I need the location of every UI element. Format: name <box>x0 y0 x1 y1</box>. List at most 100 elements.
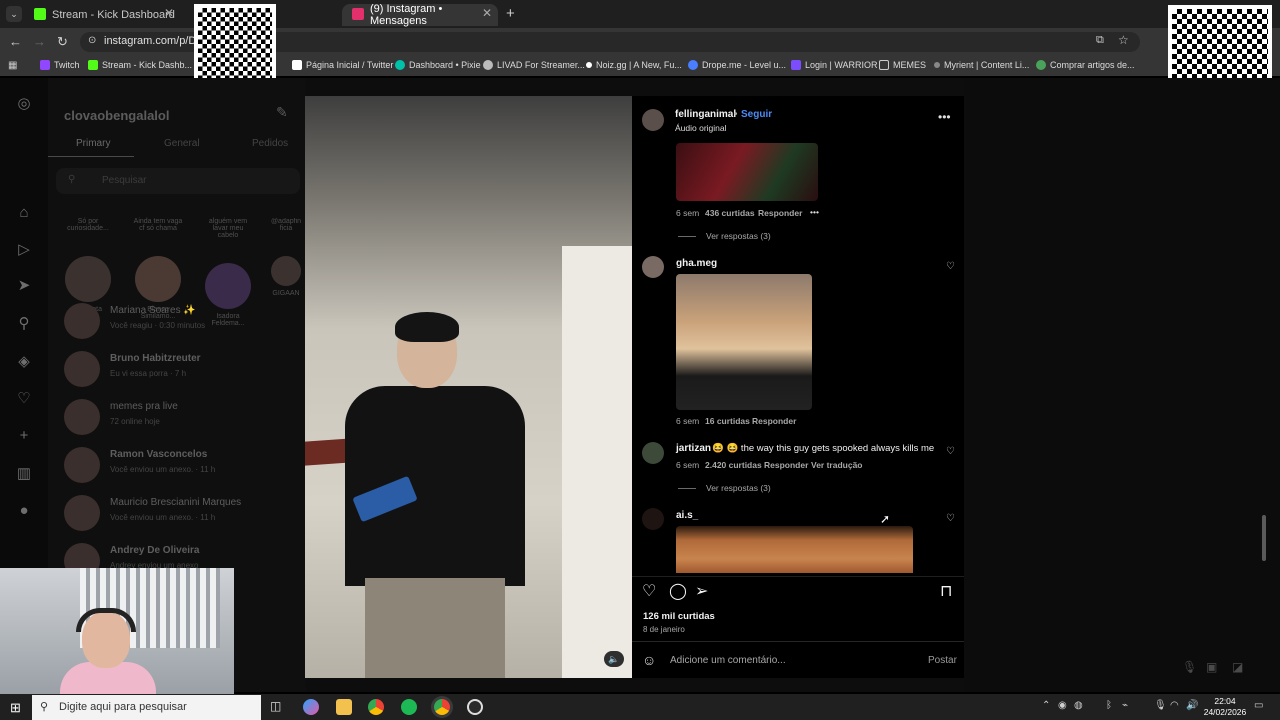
conversation-item[interactable]: Bruno Habitzreuter Eu vi essa porra · 7 h <box>64 349 304 393</box>
chrome-icon[interactable] <box>368 699 384 715</box>
comment-likes[interactable]: 2.420 curtidas <box>705 460 762 470</box>
wifi-tray-icon[interactable]: ◠ <box>1170 700 1179 711</box>
messages-icon[interactable]: ➤ <box>16 278 32 294</box>
close-tab-icon[interactable]: ✕ <box>482 6 492 20</box>
save-bookmark-icon[interactable]: ⊓ <box>940 581 952 601</box>
reply-button[interactable]: Responder <box>758 208 802 218</box>
comment-image[interactable] <box>676 143 818 201</box>
apps-grid-icon[interactable]: ▦ <box>8 60 17 71</box>
notifications-icon[interactable]: ▭ <box>1254 700 1263 711</box>
copilot-icon[interactable] <box>303 699 319 715</box>
conversation-item[interactable]: Mauricio Brescianini Marques Você enviou … <box>64 493 304 537</box>
tab-instagram[interactable]: (9) Instagram • Mensagens ✕ <box>342 3 498 27</box>
volume-tray-icon[interactable]: 🔊 <box>1186 700 1198 711</box>
forward-arrow-icon[interactable]: → <box>33 34 46 49</box>
dm-search-input[interactable]: ⚲ Pesquisar <box>56 168 300 194</box>
task-view-icon[interactable]: ◫ <box>270 699 286 715</box>
share-send-icon[interactable]: ➢ <box>695 581 708 601</box>
author-username[interactable]: fellinganimal <box>675 109 736 120</box>
likes-count[interactable]: 126 mil curtidas <box>643 611 715 622</box>
bookmark-pixie[interactable]: Dashboard • Pixie <box>395 60 481 70</box>
author-avatar[interactable] <box>642 109 664 131</box>
conversation-item[interactable]: Mariana Soares ✨ Você reagiu · 0:30 minut… <box>64 301 304 345</box>
comment-input[interactable]: Adicione um comentário... <box>670 655 786 666</box>
bookmark-twitch[interactable]: Twitch <box>40 60 80 70</box>
comment-more-icon[interactable]: ••• <box>810 207 819 217</box>
like-heart-icon[interactable]: ♡ <box>642 581 656 601</box>
follow-button[interactable]: Seguir <box>741 109 772 120</box>
sticker-icon[interactable]: ◪ <box>1232 660 1243 674</box>
scrollbar-thumb[interactable] <box>1262 515 1266 561</box>
note-item[interactable]: Só por curiosidade...Sua nota <box>62 218 114 313</box>
back-arrow-icon[interactable]: ← <box>9 34 22 49</box>
bookmark-star-icon[interactable]: ☆ <box>1118 33 1129 47</box>
bookmark-myrient[interactable]: Myrient | Content Li... <box>934 60 1029 70</box>
like-comment-heart-icon[interactable]: ♡ <box>946 261 955 272</box>
comment-username[interactable]: jartizan <box>676 443 711 454</box>
steam-tray-icon[interactable]: ◉ <box>1058 700 1067 711</box>
dashboard-icon[interactable]: ▥ <box>16 466 32 482</box>
reels-icon[interactable]: ▷ <box>16 242 32 258</box>
new-tab-button[interactable]: + <box>506 5 515 22</box>
emoji-icon[interactable]: ☺ <box>642 652 656 668</box>
dm-username[interactable]: clovaobengalalol <box>64 108 169 123</box>
home-icon[interactable]: ⌂ <box>16 205 32 221</box>
microphone-icon[interactable]: 🎙 <box>1182 660 1197 674</box>
search-icon[interactable]: ⚲ <box>16 316 32 332</box>
bookmark-twitter[interactable]: Página Inicial / Twitter <box>292 60 393 70</box>
comment-username[interactable]: ai.s_ <box>676 510 698 521</box>
chrome-active-icon[interactable] <box>434 699 450 715</box>
tab-pedidos[interactable]: Pedidos <box>252 138 288 149</box>
microphone-tray-icon[interactable]: 🎙 <box>1154 700 1167 711</box>
create-icon[interactable]: + <box>16 428 32 444</box>
bookmark-comprar[interactable]: Comprar artigos de... <box>1036 60 1135 70</box>
taskbar-clock[interactable]: 22:04 24/02/2026 <box>1200 696 1250 718</box>
reply-button[interactable]: Responder <box>752 416 796 426</box>
windows-start-icon[interactable]: ⊞ <box>10 700 21 716</box>
conversation-item[interactable]: Ramon Vasconcelos Você enviou um anexo. ·… <box>64 445 304 489</box>
avatar[interactable] <box>642 508 664 530</box>
discord-tray-icon[interactable]: ◍ <box>1074 700 1083 711</box>
image-icon[interactable]: ▣ <box>1206 660 1217 674</box>
mute-button[interactable]: 🔈 <box>604 651 624 667</box>
bookmark-warrior[interactable]: Login | WARRIOR <box>791 60 878 70</box>
file-explorer-icon[interactable] <box>336 699 352 715</box>
tab-primary[interactable]: Primary <box>76 138 110 149</box>
spotify-icon[interactable] <box>401 699 417 715</box>
bookmark-livad[interactable]: LIVAD For Streamer... <box>483 60 585 70</box>
comment-image[interactable] <box>676 526 913 573</box>
bookmark-noiz[interactable]: Noiz.gg | A New, Fu... <box>586 60 682 70</box>
comment-username[interactable]: gha.meg <box>676 258 717 269</box>
notifications-heart-icon[interactable]: ♡ <box>16 391 32 407</box>
explore-icon[interactable]: ◈ <box>16 354 32 370</box>
tray-overflow-icon[interactable]: ⌃ <box>1042 700 1050 711</box>
tab-list-button[interactable]: ⌄ <box>6 6 22 22</box>
site-info-icon[interactable]: ⊙ <box>88 35 96 46</box>
close-tab-icon[interactable]: ✕ <box>164 6 174 20</box>
tab-kick-dashboard[interactable]: Stream - Kick Dashboard ✕ <box>24 4 180 26</box>
new-message-icon[interactable]: ✎ <box>276 104 288 121</box>
audio-label[interactable]: Áudio original <box>675 123 727 133</box>
conversation-item[interactable]: memes pra live 72 online hoje <box>64 397 304 441</box>
bluetooth-tray-icon[interactable]: ᛒ <box>1106 700 1112 711</box>
taskbar-search-input[interactable]: ⚲ Digite aqui para pesquisar <box>32 695 261 720</box>
bookmark-folder-memes[interactable]: MEMES <box>879 60 926 70</box>
more-options-icon[interactable]: ••• <box>938 110 951 124</box>
comment-bubble-icon[interactable]: ◯ <box>669 581 687 601</box>
comment-likes[interactable]: 436 curtidas <box>705 208 755 218</box>
post-comment-button[interactable]: Postar <box>928 655 957 666</box>
instagram-logo-icon[interactable]: ◎ <box>16 96 32 112</box>
bookmark-drope[interactable]: Drope.me - Level u... <box>688 60 786 70</box>
bookmark-kick[interactable]: Stream - Kick Dashb... <box>88 60 192 70</box>
reload-icon[interactable]: ↻ <box>57 34 68 50</box>
like-comment-heart-icon[interactable]: ♡ <box>946 446 955 457</box>
post-video[interactable] <box>305 96 632 678</box>
obs-icon[interactable] <box>467 699 483 715</box>
profile-avatar-icon[interactable]: ● <box>16 503 32 519</box>
view-replies[interactable]: Ver respostas (3) <box>678 231 771 241</box>
avatar[interactable] <box>642 256 664 278</box>
install-app-icon[interactable]: ⧉ <box>1096 34 1104 47</box>
comment-gif[interactable] <box>676 274 812 410</box>
like-comment-heart-icon[interactable]: ♡ <box>946 513 955 524</box>
avatar[interactable] <box>642 442 664 464</box>
